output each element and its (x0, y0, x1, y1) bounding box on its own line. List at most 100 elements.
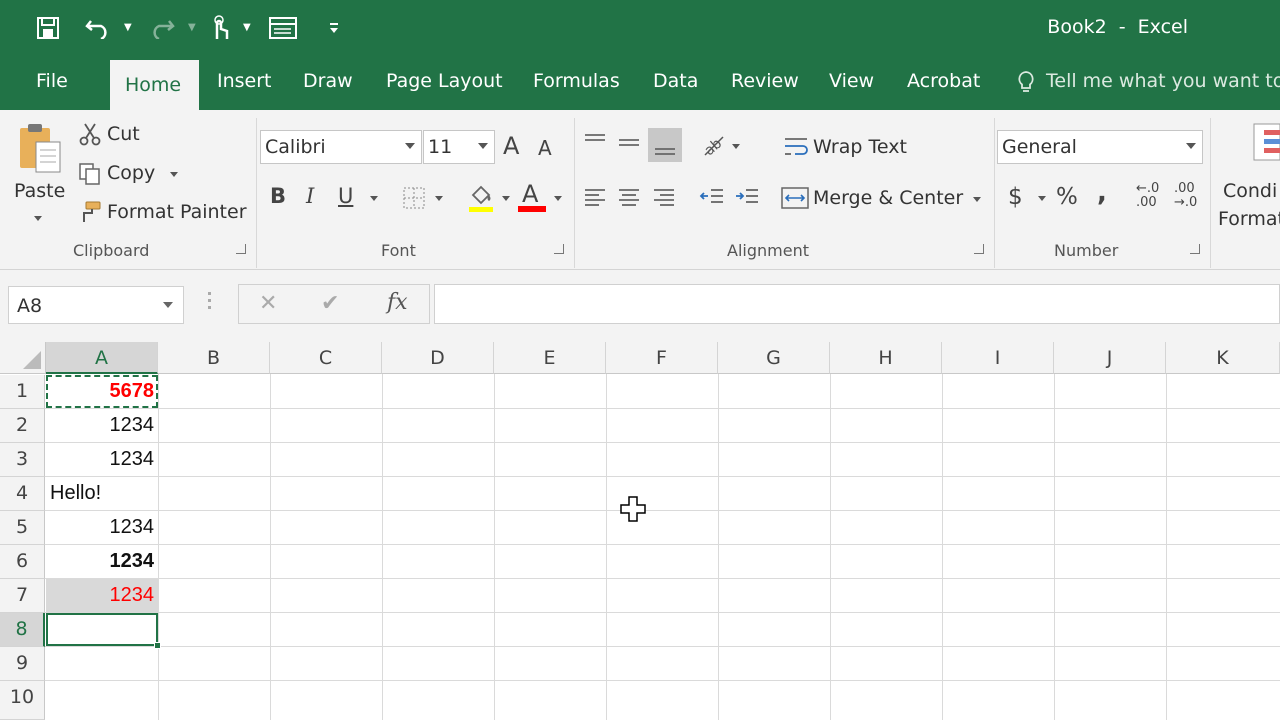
column-header-i[interactable]: I (942, 342, 1054, 374)
underline-button[interactable]: U (338, 184, 353, 208)
row-header-2[interactable]: 2 (0, 409, 45, 443)
font-color-icon[interactable]: A (518, 180, 548, 214)
column-header-k[interactable]: K (1166, 342, 1280, 374)
number-format-dropdown-icon[interactable] (1186, 143, 1196, 149)
tab-page-layout[interactable]: Page Layout (386, 70, 503, 100)
orientation-icon[interactable]: ab (700, 132, 728, 158)
cut-button[interactable]: Cut (107, 123, 140, 145)
wrap-text-button[interactable]: Wrap Text (813, 136, 907, 158)
merge-dropdown-icon[interactable] (973, 197, 981, 202)
touch-mode-icon[interactable] (204, 10, 236, 46)
cell-a7[interactable]: 1234 (46, 579, 158, 612)
redo-icon[interactable] (146, 10, 178, 46)
row-header-1[interactable]: 1 (0, 375, 45, 409)
format-painter-button[interactable]: Format Painter (107, 201, 247, 223)
fill-color-icon[interactable] (466, 180, 496, 214)
tell-me-search[interactable]: Tell me what you want to (1046, 70, 1280, 92)
tab-review[interactable]: Review (731, 70, 799, 100)
touch-dropdown-icon[interactable]: ▼ (243, 22, 251, 33)
column-header-j[interactable]: J (1054, 342, 1166, 374)
paste-dropdown-icon[interactable] (34, 216, 42, 221)
row-header-5[interactable]: 5 (0, 511, 45, 545)
borders-icon[interactable] (400, 184, 428, 212)
number-launcher-icon[interactable] (1190, 244, 1200, 254)
orientation-dropdown-icon[interactable] (732, 144, 740, 149)
tab-formulas[interactable]: Formulas (533, 70, 620, 100)
align-right-icon[interactable] (651, 186, 677, 210)
row-header-9[interactable]: 9 (0, 647, 45, 681)
tab-view[interactable]: View (829, 70, 874, 100)
tab-draw[interactable]: Draw (303, 70, 353, 100)
tab-file[interactable]: File (36, 70, 68, 100)
cell-a3[interactable]: 1234 (46, 443, 158, 476)
merge-center-button[interactable]: Merge & Center (813, 187, 963, 209)
form-icon[interactable] (266, 10, 300, 46)
undo-icon[interactable] (82, 10, 114, 46)
comma-button[interactable]: , (1097, 178, 1107, 208)
copy-dropdown-icon[interactable] (170, 172, 178, 177)
font-size-dropdown-icon[interactable] (478, 143, 488, 149)
fill-color-dropdown-icon[interactable] (502, 196, 510, 201)
enter-icon[interactable]: ✔ (321, 291, 339, 316)
cell-a2[interactable]: 1234 (46, 409, 158, 442)
font-name-combo[interactable]: Calibri (260, 130, 422, 164)
tab-acrobat[interactable]: Acrobat (907, 70, 980, 100)
tab-data[interactable]: Data (653, 70, 698, 100)
increase-indent-icon[interactable] (733, 186, 761, 210)
cell-a6[interactable]: 1234 (46, 545, 158, 578)
column-header-f[interactable]: F (606, 342, 718, 374)
copy-button[interactable]: Copy (107, 162, 155, 184)
row-header-6[interactable]: 6 (0, 545, 45, 579)
worksheet-grid[interactable]: A B C D E F G H I J K 1 2 3 4 5 6 7 8 9 … (0, 342, 1280, 720)
shrink-font-icon[interactable]: A (538, 136, 552, 160)
font-size-combo[interactable]: 11 (423, 130, 495, 164)
column-header-b[interactable]: B (158, 342, 270, 374)
clipboard-launcher-icon[interactable] (236, 244, 246, 254)
paste-icon[interactable] (16, 120, 64, 180)
row-header-3[interactable]: 3 (0, 443, 45, 477)
row-header-10[interactable]: 10 (0, 681, 45, 720)
align-bottom-icon[interactable] (648, 128, 682, 162)
row-header-4[interactable]: 4 (0, 477, 45, 511)
name-box-dropdown-icon[interactable] (163, 302, 173, 308)
align-center-icon[interactable] (616, 186, 642, 210)
column-header-e[interactable]: E (494, 342, 606, 374)
column-header-a[interactable]: A (46, 342, 158, 374)
align-middle-icon[interactable] (616, 130, 642, 154)
currency-button[interactable]: $ (1008, 184, 1023, 210)
conditional-formatting-icon[interactable] (1250, 122, 1280, 162)
font-launcher-icon[interactable] (554, 244, 564, 254)
column-header-h[interactable]: H (830, 342, 942, 374)
name-box[interactable]: A8 (8, 286, 184, 324)
cell-a5[interactable]: 1234 (46, 511, 158, 544)
tab-insert[interactable]: Insert (217, 70, 272, 100)
column-header-c[interactable]: C (270, 342, 382, 374)
align-left-icon[interactable] (582, 186, 608, 210)
formula-bar-grip[interactable] (208, 292, 212, 316)
font-color-dropdown-icon[interactable] (554, 196, 562, 201)
undo-dropdown-icon[interactable]: ▼ (124, 22, 132, 33)
row-header-8[interactable]: 8 (0, 613, 45, 647)
save-icon[interactable] (32, 10, 64, 46)
conditional-formatting-button[interactable]: Condi (1223, 180, 1277, 202)
cell-a4[interactable]: Hello! (46, 477, 158, 510)
fill-handle[interactable] (154, 642, 161, 649)
redo-dropdown-icon[interactable]: ▼ (188, 22, 196, 33)
font-name-dropdown-icon[interactable] (405, 143, 415, 149)
decrease-indent-icon[interactable] (698, 186, 726, 210)
decrease-decimal-button[interactable]: .00 →.0 (1174, 182, 1208, 212)
underline-dropdown-icon[interactable] (370, 196, 378, 201)
insert-function-icon[interactable]: fx (387, 290, 408, 315)
align-top-icon[interactable] (582, 130, 608, 154)
alignment-launcher-icon[interactable] (974, 244, 984, 254)
increase-decimal-button[interactable]: ←.0 .00 (1136, 182, 1170, 212)
formula-input[interactable] (434, 284, 1280, 324)
tab-home[interactable]: Home (110, 60, 199, 110)
number-format-combo[interactable]: General (997, 130, 1203, 164)
grow-font-icon[interactable]: A (503, 132, 519, 160)
column-header-d[interactable]: D (382, 342, 494, 374)
bold-button[interactable]: B (270, 184, 286, 208)
borders-dropdown-icon[interactable] (435, 196, 443, 201)
cancel-icon[interactable]: ✕ (259, 291, 277, 316)
customize-toolbar-icon[interactable] (322, 10, 346, 46)
